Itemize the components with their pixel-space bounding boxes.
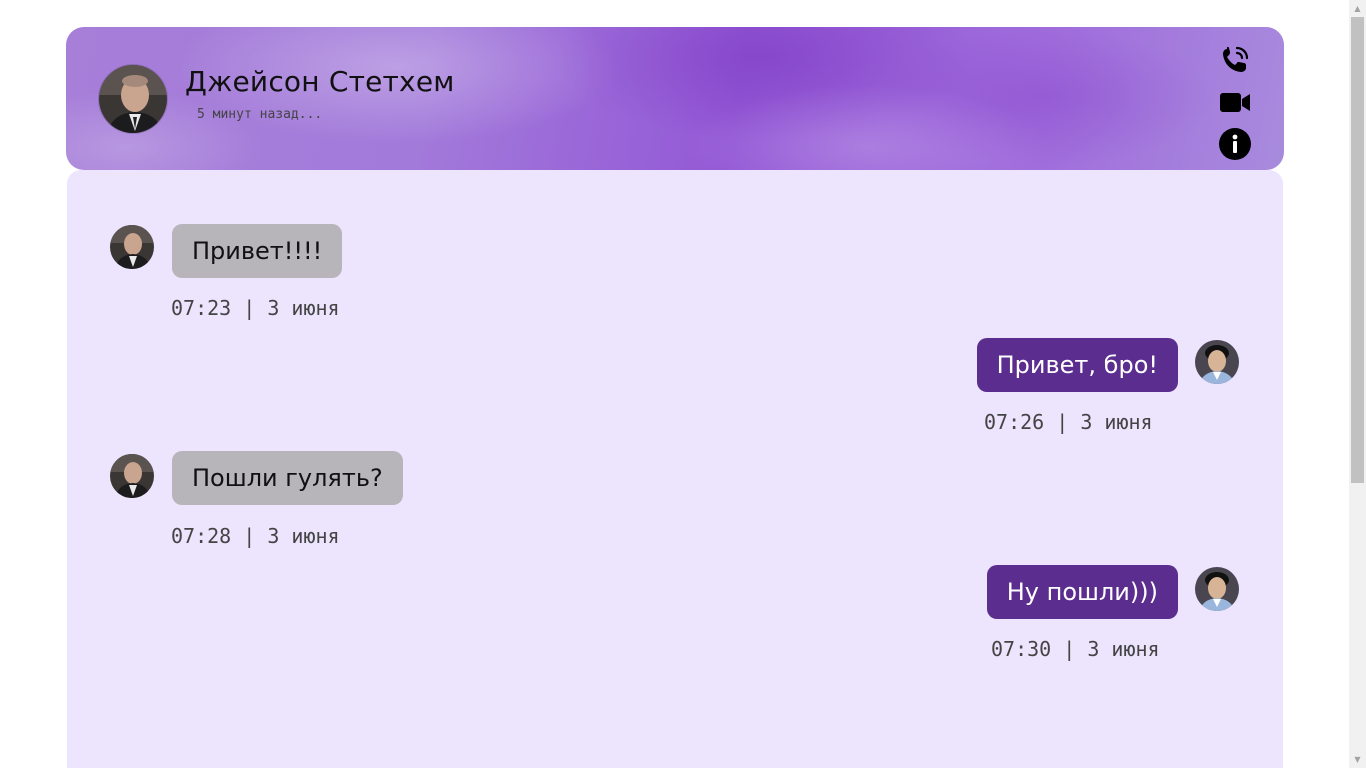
contact-avatar[interactable] [98,64,168,134]
chat-page: Джейсон Стетхем 5 минут назад... Привет!… [0,0,1366,768]
header-actions [1218,43,1252,169]
message-timestamp: 07:30 | 3 июня [991,637,1160,661]
message-bubble[interactable]: Пошли гулять? [172,451,403,505]
message-bubble[interactable]: Привет!!!! [172,224,343,278]
message-list: Привет!!!! 07:23 | 3 июня Привет, бро! 0… [67,170,1283,768]
message-bubble[interactable]: Привет, бро! [976,338,1178,392]
chat-header: Джейсон Стетхем 5 минут назад... [66,27,1284,170]
scroll-thumb[interactable] [1351,17,1364,483]
scroll-down-arrow-icon[interactable]: ▼ [1349,751,1366,768]
scroll-up-arrow-icon[interactable]: ▲ [1349,0,1366,17]
sender-avatar[interactable] [110,225,154,269]
sender-avatar[interactable] [110,454,154,498]
message-timestamp: 07:28 | 3 июня [171,524,340,548]
message-timestamp: 07:23 | 3 июня [171,296,340,320]
message-bubble[interactable]: Ну пошли))) [986,565,1178,619]
last-seen-status: 5 минут назад... [197,107,323,122]
page-scrollbar[interactable]: ▲ ▼ [1349,0,1366,768]
video-camera-icon[interactable] [1218,85,1252,119]
info-icon[interactable] [1218,127,1252,161]
user-avatar[interactable] [1195,340,1239,384]
user-avatar[interactable] [1195,567,1239,611]
contact-name: Джейсон Стетхем [185,65,455,98]
message-timestamp: 07:26 | 3 июня [984,410,1153,434]
phone-icon[interactable] [1218,43,1252,77]
